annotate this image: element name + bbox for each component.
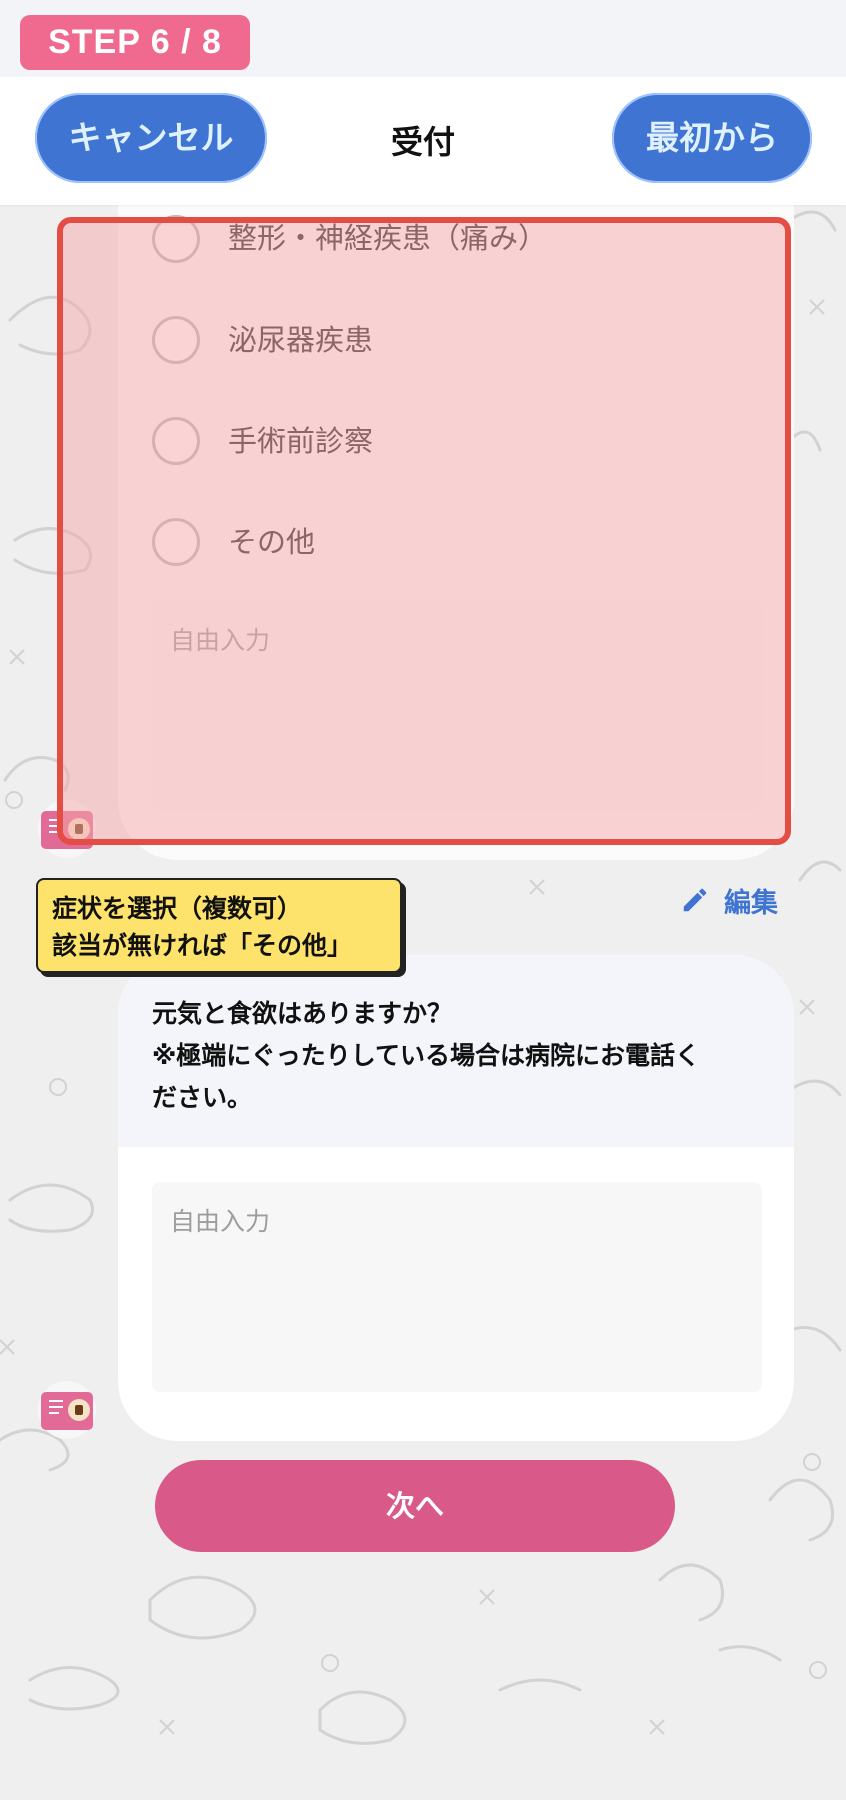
callout-line-2: 該当が無ければ「その他」 — [52, 931, 353, 960]
step-strip: STEP 6 / 8 — [0, 0, 846, 77]
free-input-field-2[interactable] — [152, 1182, 762, 1392]
cancel-button[interactable]: キャンセル — [35, 93, 267, 183]
step-badge: STEP 6 / 8 — [20, 15, 250, 70]
question-text: 元気と食欲はありますか？ ※極端にぐったりしている場合は病院にお電話く ださい。 — [152, 993, 772, 1119]
restart-button[interactable]: 最初から — [612, 93, 812, 183]
highlight-overlay — [57, 217, 791, 845]
instruction-callout: 症状を選択（複数可） 該当が無ければ「その他」 — [36, 878, 402, 973]
bot-avatar-icon — [38, 1381, 96, 1439]
question-line-1: 元気と食欲はありますか？ — [152, 999, 453, 1028]
callout-line-1: 症状を選択（複数可） — [52, 894, 303, 923]
pencil-icon — [683, 888, 707, 912]
question-line-2: ※極端にぐったりしている場合は病院にお電話く — [152, 1041, 701, 1070]
next-button[interactable]: 次へ — [155, 1460, 675, 1552]
header-bar: キャンセル 受付 最初から — [0, 77, 846, 205]
question-line-3: ださい。 — [152, 1083, 253, 1112]
edit-label: 編集 — [724, 887, 778, 919]
edit-button[interactable]: 編集 — [680, 880, 778, 920]
